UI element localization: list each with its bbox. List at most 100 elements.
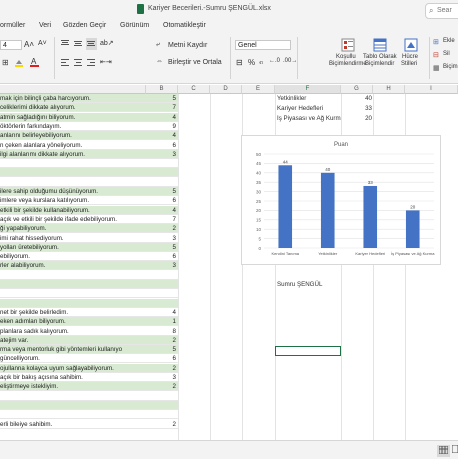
tab-otomatiklestir[interactable]: Otomatikleştir — [163, 22, 206, 29]
cell-score[interactable]: 7 — [146, 215, 178, 224]
cell-score[interactable]: 7 — [146, 103, 178, 112]
tab-formuller[interactable]: ormüller — [0, 22, 25, 29]
summary-label-kariyer[interactable]: Kariyer Hedefleri — [277, 105, 323, 112]
cell-styles-icon — [404, 38, 418, 52]
summary-value-yetkinlikler[interactable]: 40 — [360, 95, 372, 102]
bar-data-label: 44 — [283, 159, 289, 164]
cell-score[interactable]: 3 — [146, 150, 178, 159]
page-layout-icon[interactable] — [451, 444, 458, 455]
column-header-c[interactable]: C — [178, 85, 210, 94]
cell-score[interactable]: 5 — [146, 187, 178, 196]
format-as-table-button[interactable]: Tablo Olarak Biçimlendir — [363, 38, 397, 78]
insert-cells-button[interactable]: Ekle — [443, 38, 455, 44]
cell-score[interactable] — [146, 178, 178, 187]
cell-score[interactable]: 3 — [146, 373, 178, 382]
cell-score[interactable]: 2 — [146, 224, 178, 233]
wrap-text-icon[interactable]: ⤶ — [156, 41, 160, 49]
fill-color-icon[interactable] — [14, 58, 24, 70]
ribbon-separator — [297, 37, 298, 79]
align-middle-icon[interactable] — [73, 39, 83, 50]
tab-gorunum[interactable]: Görünüm — [120, 22, 149, 29]
tab-gozden-gecir[interactable]: Gözden Geçir — [63, 22, 106, 29]
cell-score[interactable] — [146, 299, 178, 308]
selected-cell[interactable] — [275, 346, 341, 356]
chart-svg: Puan 0 5 10 15 20 25 30 35 40 45 50 44 Kendini Tanıma… — [256, 142, 435, 256]
align-top-icon[interactable] — [60, 39, 70, 50]
align-right-icon[interactable] — [86, 58, 96, 69]
cell-score[interactable]: 9 — [146, 122, 178, 131]
search-box[interactable]: ⌕ Sear — [425, 3, 458, 19]
merge-center-button[interactable]: Birleştir ve Ortala — [168, 59, 222, 66]
author-cell[interactable]: Sumru ŞENGÜL — [277, 281, 322, 288]
insert-cells-icon[interactable]: ⊞ — [433, 38, 439, 46]
align-bottom-icon[interactable] — [86, 38, 97, 50]
cell-score[interactable]: 2 — [146, 364, 178, 373]
column-header-e[interactable]: E — [242, 85, 275, 94]
cell-score[interactable]: 8 — [146, 327, 178, 336]
cell-score[interactable] — [146, 401, 178, 410]
number-format-select[interactable]: Genel — [235, 40, 291, 50]
cell-score[interactable] — [146, 280, 178, 289]
cell-score[interactable]: 1 — [146, 317, 178, 326]
cell-score[interactable] — [146, 289, 178, 298]
cell-score[interactable]: 3 — [146, 234, 178, 243]
column-header-i[interactable]: I — [405, 85, 458, 94]
column-header-f[interactable]: F — [275, 85, 341, 94]
chart-bar — [363, 185, 378, 248]
merge-center-icon[interactable]: ⇔ — [156, 58, 163, 65]
format-cells-button[interactable]: Biçim — [443, 64, 458, 70]
cell-score[interactable]: 5 — [146, 243, 178, 252]
borders-icon[interactable]: ⊞ — [2, 58, 9, 67]
chart[interactable]: Puan 0 5 10 15 20 25 30 35 40 45 50 44 Kendini Tanıma… — [241, 135, 441, 265]
cell-score[interactable]: 3 — [146, 261, 178, 270]
font-size-field[interactable]: 4 — [0, 40, 22, 50]
cell-score[interactable] — [146, 159, 178, 168]
cell-score[interactable]: 5 — [146, 345, 178, 354]
format-cells-icon[interactable]: ▦ — [433, 64, 440, 72]
align-center-icon[interactable] — [73, 58, 83, 69]
summary-value-is-piyasasi[interactable]: 20 — [360, 115, 372, 122]
delete-cells-button[interactable]: Sil — [443, 51, 450, 57]
summary-value-kariyer[interactable]: 33 — [360, 105, 372, 112]
increase-font-icon[interactable]: A˄ — [24, 40, 34, 49]
cell-score[interactable]: 6 — [146, 141, 178, 150]
column-header-a[interactable] — [0, 85, 146, 94]
cell-score[interactable]: 6 — [146, 354, 178, 363]
tab-veri[interactable]: Veri — [39, 22, 51, 29]
indent-icon[interactable]: ⇤⇥ — [100, 58, 112, 66]
accounting-format-icon[interactable]: ⊟ — [236, 58, 243, 67]
column-header-h[interactable]: H — [373, 85, 405, 94]
orientation-icon[interactable]: ab↗ — [100, 39, 114, 47]
cell-score[interactable]: 2 — [146, 420, 178, 429]
font-color-icon[interactable]: A — [30, 57, 40, 70]
column-header-d[interactable]: D — [210, 85, 242, 94]
column-header-b[interactable]: B — [146, 85, 178, 94]
cell-score[interactable]: 4 — [146, 131, 178, 140]
align-left-icon[interactable] — [60, 58, 70, 69]
cell-score[interactable] — [146, 271, 178, 280]
column-header-g[interactable]: G — [341, 85, 373, 94]
cell-score[interactable]: 2 — [146, 382, 178, 391]
cell-score[interactable]: 6 — [146, 196, 178, 205]
comma-style-icon[interactable]: ၈ — [259, 58, 263, 68]
conditional-formatting-button[interactable]: Koşullu Biçimlendirme — [329, 38, 367, 78]
increase-decimal-icon[interactable]: ←.0 — [269, 58, 280, 64]
cell-score[interactable]: 4 — [146, 308, 178, 317]
delete-cells-icon[interactable]: ⊟ — [433, 51, 439, 59]
normal-view-icon[interactable] — [437, 445, 450, 457]
cell-score[interactable]: 4 — [146, 206, 178, 215]
cell-styles-button[interactable]: Hücre Stilleri — [398, 38, 424, 78]
cell-score[interactable]: 2 — [146, 336, 178, 345]
cell-score[interactable]: 6 — [146, 252, 178, 261]
summary-label-is-piyasasi[interactable]: İş Piyasası ve Ağ Kurma — [277, 115, 341, 122]
summary-label-yetkinlikler[interactable]: Yetkinlikler — [277, 95, 306, 102]
decrease-decimal-icon[interactable]: .00→ — [283, 58, 297, 64]
decrease-font-icon[interactable]: A˅ — [38, 40, 47, 47]
cell-score[interactable]: 4 — [146, 113, 178, 122]
wrap-text-button[interactable]: Metni Kaydır — [168, 42, 207, 49]
percent-icon[interactable]: % — [248, 58, 255, 67]
cell-score[interactable] — [146, 410, 178, 419]
cell-score[interactable]: 5 — [146, 94, 178, 103]
cell-score[interactable] — [146, 168, 178, 177]
cell-score[interactable] — [146, 392, 178, 401]
